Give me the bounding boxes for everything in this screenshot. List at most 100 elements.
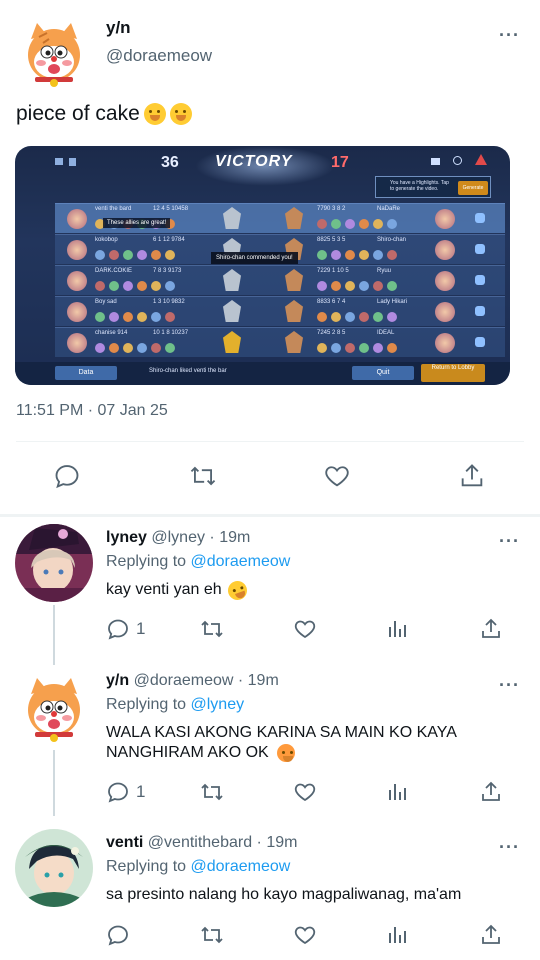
player-row: Boy sad 1 3 10 9832 8833 6 7 4 Lady Hikari [55, 296, 505, 326]
item-icon [137, 343, 147, 353]
reply-icon[interactable] [53, 462, 81, 490]
left-hero-portrait [67, 209, 87, 229]
reply-author[interactable]: y/n @doraemeow · 19m [106, 672, 279, 690]
item-icon [151, 281, 161, 291]
avatar[interactable] [17, 672, 91, 746]
like-icon[interactable] [475, 306, 485, 316]
replying-prefix: Replying to [106, 696, 187, 713]
author-name: lyney [106, 529, 147, 546]
reply-icon[interactable] [106, 923, 130, 947]
item-icon [331, 219, 341, 229]
reply-author[interactable]: lyney @lyney · 19m [106, 529, 250, 547]
item-icon [373, 219, 383, 229]
item-icon [123, 250, 133, 260]
left-team-score: 36 [161, 154, 179, 171]
reply-count: 1 [136, 782, 146, 801]
like-icon[interactable] [475, 275, 485, 285]
thread-connector [53, 750, 55, 816]
retweet-icon[interactable] [199, 780, 225, 804]
left-player-stats: 6 1 12 9784 [153, 237, 185, 243]
item-icon [359, 250, 369, 260]
like-icon[interactable] [475, 337, 485, 347]
more-options-icon[interactable]: ··· [499, 26, 520, 44]
medal-icon [285, 207, 303, 229]
avatar[interactable] [15, 524, 93, 602]
tweet-text: piece of cake [16, 102, 140, 125]
hand-over-mouth-emoji [169, 103, 192, 125]
right-player-name: NaDaRe [377, 206, 401, 212]
highlight-note: You have a Highlights. Tap to generate t… [390, 180, 449, 192]
reply-text-row: WALA KASI AKONG KARINA SA MAIN KO KAYA N… [106, 723, 466, 763]
hand-over-mouth-emoji [143, 103, 166, 125]
victory-label: VICTORY [215, 153, 293, 170]
chat-bubble: These allies are great! [103, 218, 171, 228]
replying-to-link[interactable]: @doraemeow [191, 553, 291, 570]
left-player-stats: 1 3 10 9832 [153, 299, 185, 305]
right-player-name: Shiro-chan [377, 237, 407, 243]
share-icon[interactable] [479, 923, 503, 947]
reply-actions: 1 [0, 617, 540, 657]
author-name[interactable]: y/n [106, 18, 131, 38]
author-handle[interactable]: @doraemeow [106, 46, 212, 66]
avatar[interactable] [15, 829, 93, 907]
views-icon[interactable] [387, 923, 409, 947]
data-button[interactable]: Data [55, 366, 117, 380]
replying-to: Replying to @doraemeow [106, 858, 290, 876]
heart-icon[interactable] [322, 462, 352, 490]
replying-to-link[interactable]: @lyney [191, 696, 245, 713]
right-player-name: IDEAL [377, 330, 395, 336]
reply-count: 1 [136, 619, 146, 638]
item-icon [95, 343, 105, 353]
item-icon [331, 343, 341, 353]
reply-icon[interactable]: 1 [106, 780, 145, 804]
item-icon [137, 250, 147, 260]
item-icon [123, 312, 133, 322]
player-row: DARK.COKIE 7 8 3 9173 7229 1 10 5 Ryuu [55, 265, 505, 295]
more-options-icon[interactable]: ··· [499, 532, 520, 550]
more-options-icon[interactable]: ··· [499, 838, 520, 856]
views-icon[interactable] [387, 617, 409, 641]
more-options-icon[interactable]: ··· [499, 676, 520, 694]
section-separator [0, 514, 540, 517]
quit-button[interactable]: Quit [352, 366, 414, 380]
right-player-stats: 7790 3 8 2 [317, 206, 346, 212]
item-icon [387, 343, 397, 353]
item-icon [373, 250, 383, 260]
tweet-media-image[interactable]: 36 VICTORY 17 You have a Highlights. Tap… [15, 146, 510, 385]
item-icon [165, 281, 175, 291]
retweet-icon[interactable] [199, 617, 225, 641]
heart-icon[interactable] [292, 923, 318, 947]
replying-to: Replying to @lyney [106, 696, 244, 714]
tweet-timestamp[interactable]: 11:51 PM · 07 Jan 25 [16, 402, 168, 420]
like-icon[interactable] [475, 244, 485, 254]
avatar[interactable] [17, 17, 91, 91]
left-player-stats: 12 4 5 10458 [153, 206, 189, 212]
item-icon [109, 281, 119, 291]
medal-icon [223, 300, 241, 322]
item-icon [317, 219, 327, 229]
medal-icon [285, 269, 303, 291]
heart-icon[interactable] [292, 780, 318, 804]
share-icon[interactable] [479, 617, 503, 641]
heart-icon[interactable] [292, 617, 318, 641]
share-icon[interactable] [479, 780, 503, 804]
reply-icon[interactable]: 1 [106, 617, 145, 641]
author-meta: @lyney · 19m [151, 529, 251, 546]
right-team-score: 17 [331, 154, 349, 171]
item-icon [151, 343, 161, 353]
item-icon [95, 250, 105, 260]
item-icon [387, 250, 397, 260]
left-hero-portrait [67, 240, 87, 260]
like-icon[interactable] [475, 213, 485, 223]
share-icon[interactable] [458, 462, 486, 490]
highlight-box[interactable]: You have a Highlights. Tap to generate t… [375, 176, 491, 198]
generate-button[interactable]: Generate [458, 181, 488, 195]
left-player-name: venti the bard [95, 206, 132, 212]
retweet-icon[interactable] [188, 462, 218, 490]
retweet-icon[interactable] [199, 923, 225, 947]
views-icon[interactable] [387, 780, 409, 804]
reply-author[interactable]: venti @ventithebard · 19m [106, 834, 297, 852]
item-icon [345, 250, 355, 260]
replying-to-link[interactable]: @doraemeow [191, 858, 291, 875]
return-to-lobby-button[interactable]: Return to Lobby [421, 364, 485, 382]
